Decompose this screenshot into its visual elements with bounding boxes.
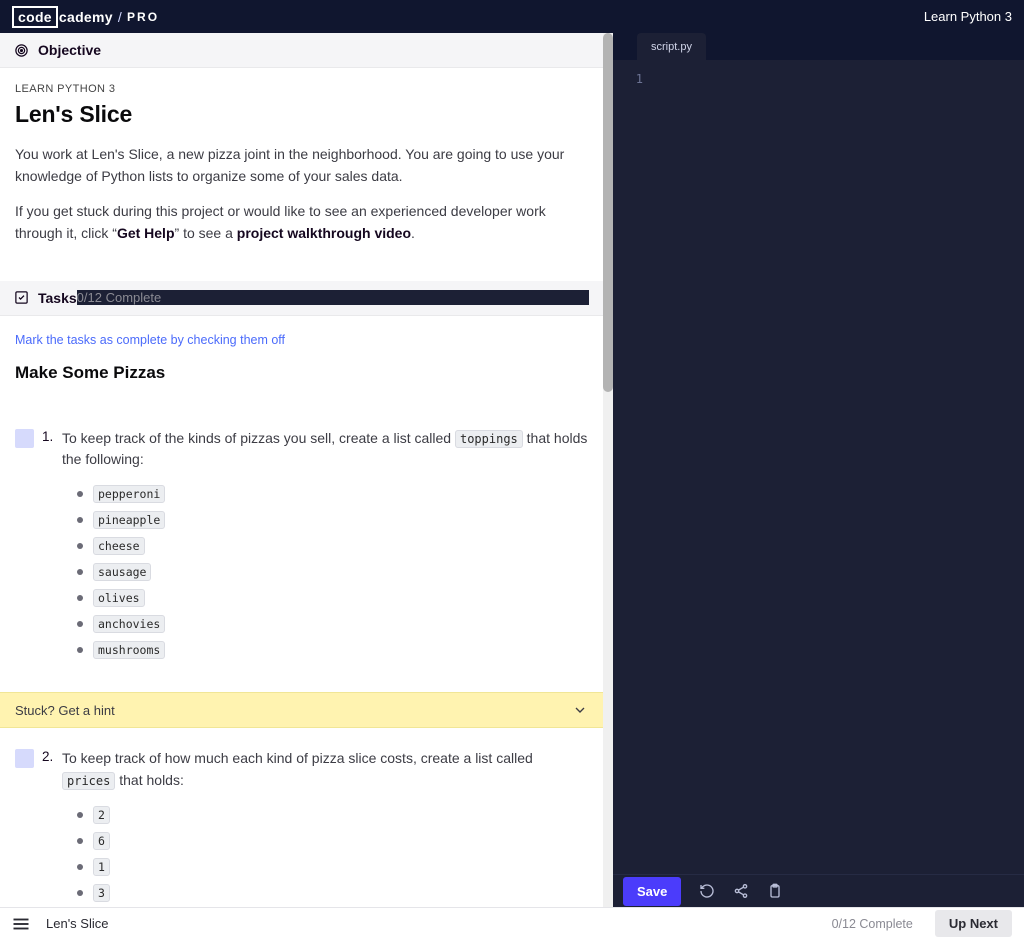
bullet-icon <box>77 838 83 844</box>
lesson-kicker: LEARN PYTHON 3 <box>15 83 588 95</box>
list-item: 1 <box>77 858 588 876</box>
instructions-panel: Objective LEARN PYTHON 3 Len's Slice You… <box>0 33 613 907</box>
logo-rest: cademy <box>59 9 113 25</box>
scrollbar-track[interactable] <box>603 33 613 907</box>
lesson-para2: If you get stuck during this project or … <box>15 201 588 244</box>
line-number: 1 <box>613 72 643 86</box>
list-item: 3 <box>77 884 588 902</box>
logo-box: code <box>12 6 58 28</box>
bullet-icon <box>77 647 83 653</box>
code-editor[interactable]: 1 <box>613 60 1024 874</box>
bullet-icon <box>77 543 83 549</box>
task-1-top: 1. To keep track of the kinds of pizzas … <box>15 428 588 471</box>
bullet-icon <box>77 569 83 575</box>
bullet-icon <box>77 890 83 896</box>
course-name[interactable]: Learn Python 3 <box>924 9 1012 24</box>
editor-gutter: 1 <box>613 72 651 86</box>
list-item: sausage <box>77 563 588 581</box>
clipboard-icon[interactable] <box>767 883 783 899</box>
scrollbar-thumb[interactable] <box>603 33 613 392</box>
checklist-icon <box>14 290 29 305</box>
bullet-icon <box>77 491 83 497</box>
task-2-checkbox[interactable] <box>15 749 34 768</box>
hint-bar-1[interactable]: Stuck? Get a hint <box>0 692 603 728</box>
bullet-icon <box>77 621 83 627</box>
share-icon[interactable] <box>733 883 749 899</box>
list-item: mushrooms <box>77 641 588 659</box>
list-item: pineapple <box>77 511 588 529</box>
list-item: 2 <box>77 806 588 824</box>
main: Objective LEARN PYTHON 3 Len's Slice You… <box>0 33 1024 907</box>
up-next-button[interactable]: Up Next <box>935 910 1012 937</box>
task-2-num: 2. <box>42 749 56 764</box>
task-2-list: 2 6 1 3 2 7 2 <box>77 806 588 908</box>
hint-label: Stuck? Get a hint <box>15 703 115 718</box>
tab-script[interactable]: script.py <box>637 33 706 60</box>
refresh-icon[interactable] <box>699 883 715 899</box>
list-item: cheese <box>77 537 588 555</box>
top-header: code cademy / PRO Learn Python 3 <box>0 0 1024 33</box>
task-group-title: Make Some Pizzas <box>0 353 603 383</box>
list-item: anchovies <box>77 615 588 633</box>
editor-tabs: script.py <box>613 33 1024 60</box>
task-1: 1. To keep track of the kinds of pizzas … <box>0 383 603 692</box>
task-2: 2. To keep track of how much each kind o… <box>0 728 603 907</box>
instructions-scroll[interactable]: Objective LEARN PYTHON 3 Len's Slice You… <box>0 33 603 907</box>
objective-label: Objective <box>38 42 101 58</box>
lesson-para1: You work at Len's Slice, a new pizza joi… <box>15 144 588 187</box>
objective-bar: Objective <box>0 33 603 68</box>
code-toppings: toppings <box>455 430 523 448</box>
editor-toolbar: Save <box>613 874 1024 907</box>
lesson-title: Len's Slice <box>15 101 588 128</box>
list-item: 6 <box>77 832 588 850</box>
task-1-checkbox[interactable] <box>15 429 34 448</box>
bottom-bar: Len's Slice 0/12 Complete Up Next <box>0 907 1024 939</box>
lesson-area: LEARN PYTHON 3 Len's Slice You work at L… <box>0 68 603 281</box>
task-1-list: pepperoni pineapple cheese sausage olive… <box>77 485 588 659</box>
menu-icon[interactable] <box>12 917 30 931</box>
list-item: pepperoni <box>77 485 588 503</box>
chevron-down-icon <box>572 702 588 718</box>
save-button[interactable]: Save <box>623 877 681 906</box>
bullet-icon <box>77 595 83 601</box>
bullet-icon <box>77 812 83 818</box>
list-item: olives <box>77 589 588 607</box>
logo[interactable]: code cademy / PRO <box>12 6 159 28</box>
bullet-icon <box>77 864 83 870</box>
code-prices: prices <box>62 772 115 790</box>
mark-complete-note: Mark the tasks as complete by checking t… <box>0 316 603 353</box>
bottom-status: 0/12 Complete <box>832 917 913 931</box>
lesson-body: You work at Len's Slice, a new pizza joi… <box>15 144 588 245</box>
task-2-text: To keep track of how much each kind of p… <box>62 748 588 791</box>
logo-slash: / <box>118 9 122 25</box>
bottom-title: Len's Slice <box>46 916 108 931</box>
task-1-text: To keep track of the kinds of pizzas you… <box>62 428 588 471</box>
logo-pro: PRO <box>127 10 159 24</box>
tasks-status: 0/12 Complete <box>77 290 589 305</box>
tasks-bar: Tasks 0/12 Complete <box>0 281 603 316</box>
tasks-label: Tasks <box>38 290 77 306</box>
task-2-top: 2. To keep track of how much each kind o… <box>15 748 588 791</box>
task-1-num: 1. <box>42 429 56 444</box>
editor-panel: script.py 1 Save <box>613 33 1024 907</box>
target-icon <box>14 43 29 58</box>
bullet-icon <box>77 517 83 523</box>
